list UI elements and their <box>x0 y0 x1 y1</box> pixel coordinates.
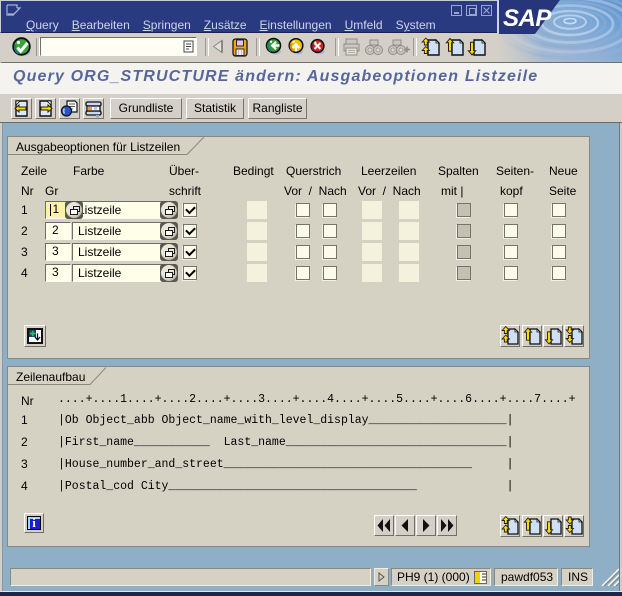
svg-text:SAP: SAP <box>503 5 552 32</box>
